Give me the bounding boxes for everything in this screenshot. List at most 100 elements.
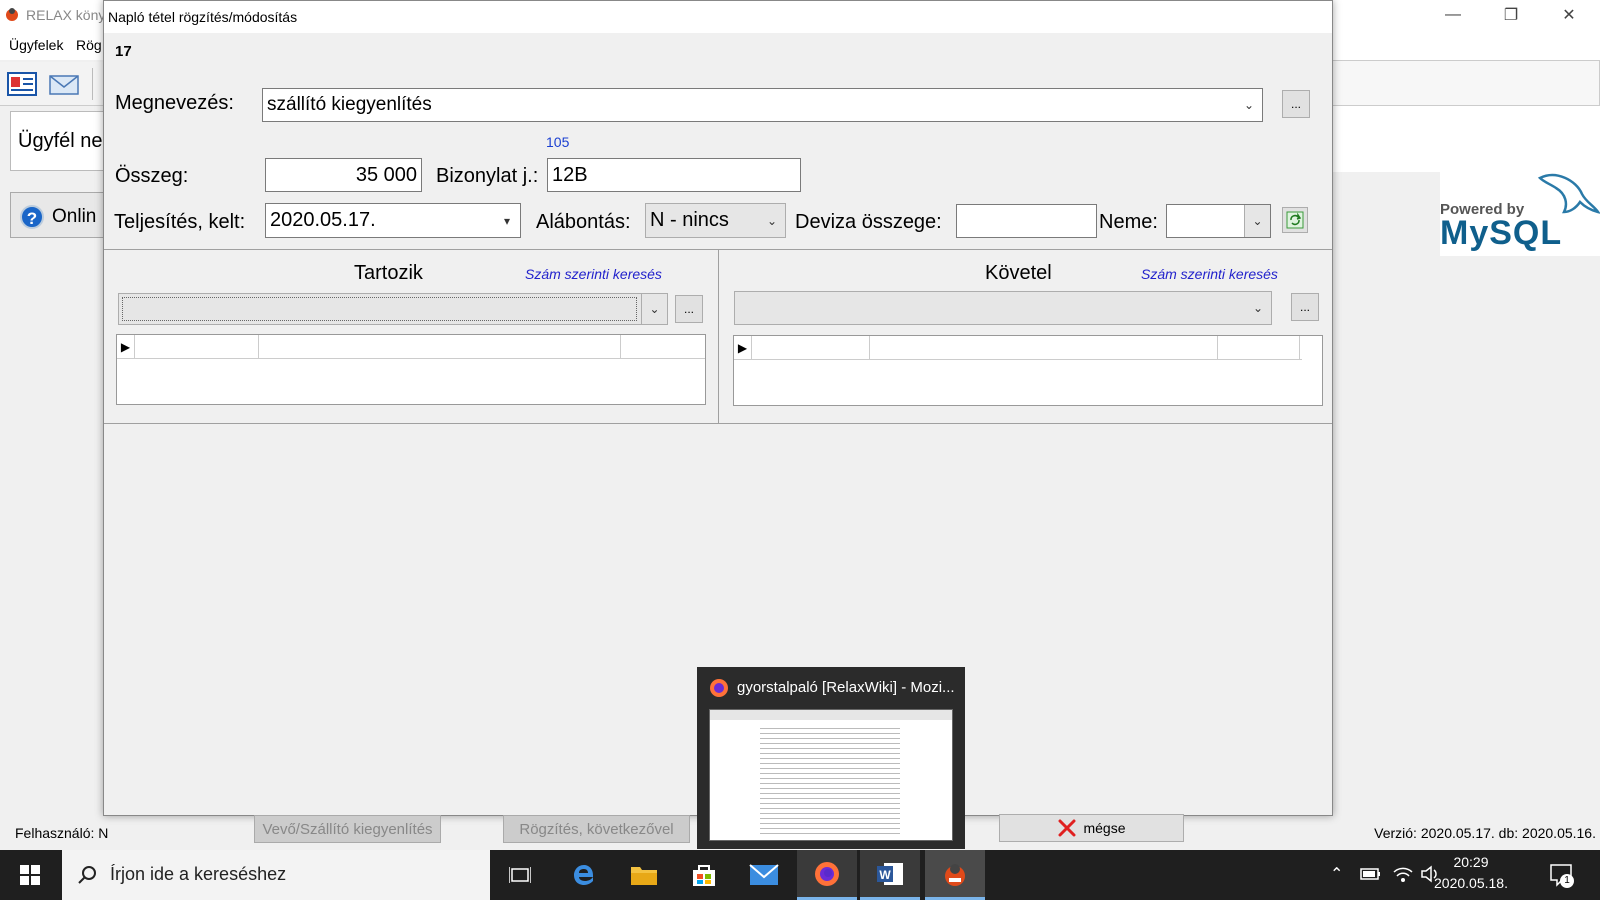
- relax-app-icon: [5, 6, 19, 22]
- search-placeholder: Írjon ide a kereséshez: [110, 864, 287, 884]
- edge-icon: [574, 865, 593, 885]
- credit-search-link[interactable]: Szám szerinti keresés: [1141, 266, 1278, 282]
- amount-label: Összeg:: [115, 165, 189, 187]
- store-app[interactable]: [674, 850, 734, 900]
- breakdown-select[interactable]: N - nincs ⌄: [645, 203, 786, 238]
- dialog-title: Napló tétel rögzítés/módosítás: [108, 9, 298, 25]
- name-combo[interactable]: szállító kiegyenlítés ⌄: [262, 88, 1263, 122]
- main-right-panel: [1332, 106, 1600, 172]
- breakdown-value: N - nincs: [650, 209, 729, 231]
- toolbar-separator: [92, 68, 93, 100]
- firefox-icon: [815, 861, 839, 886]
- relax-app[interactable]: [925, 850, 985, 900]
- battery-icon[interactable]: [1360, 866, 1382, 882]
- windows-taskbar: Írjon ide a kereséshez W ⌃ 20:29 2020.05…: [0, 850, 1600, 900]
- preview-title: gyorstalpaló [RelaxWiki] - Mozi...: [737, 679, 955, 696]
- refresh-rates-button[interactable]: [1282, 207, 1308, 233]
- grid-cell[interactable]: [621, 335, 705, 359]
- mail-icon[interactable]: [48, 69, 80, 99]
- contact-card-icon[interactable]: [6, 69, 38, 99]
- record-id: 17: [115, 43, 132, 60]
- debit-lookup-button[interactable]: ...: [675, 295, 703, 323]
- word-icon: W: [877, 862, 903, 885]
- chevron-down-icon: ⌄: [1243, 98, 1255, 112]
- clock-date[interactable]: 2020.05.18.: [1426, 875, 1516, 891]
- taskbar-search-box[interactable]: Írjon ide a kereséshez: [62, 850, 490, 900]
- row-pointer-icon: ▶: [117, 335, 135, 359]
- grid-cell[interactable]: [135, 335, 259, 359]
- online-help-label: Onlin: [52, 206, 97, 227]
- mail-app[interactable]: [734, 850, 794, 900]
- grid-cell[interactable]: [259, 335, 621, 359]
- grid-cell[interactable]: [752, 336, 870, 360]
- record-next-button[interactable]: Rögzítés, következővel: [503, 815, 690, 843]
- chevron-down-icon: ⌄: [1252, 301, 1264, 315]
- main-toolbar-right: [1332, 60, 1600, 106]
- date-label: Teljesítés, kelt:: [114, 211, 246, 233]
- name-label: Megnevezés:: [115, 92, 234, 114]
- windows-logo-icon: [20, 865, 40, 885]
- restore-icon[interactable]: ❐: [1482, 0, 1540, 30]
- credit-account-combo[interactable]: ⌄: [734, 291, 1272, 325]
- search-icon: [76, 864, 98, 886]
- wifi-icon[interactable]: [1392, 864, 1414, 884]
- status-version: Verzió: 2020.05.17. db: 2020.05.16.: [1374, 825, 1596, 841]
- help-icon: ?: [20, 205, 44, 229]
- name-lookup-button[interactable]: ...: [1282, 90, 1310, 118]
- amount-input[interactable]: 35 000: [265, 158, 422, 192]
- menu-ugyfelek[interactable]: Ügyfelek: [9, 37, 63, 53]
- close-icon[interactable]: ✕: [1540, 0, 1598, 30]
- task-view-icon: [509, 867, 531, 883]
- chevron-down-icon: ⌄: [766, 213, 778, 228]
- credit-grid[interactable]: ▶: [733, 335, 1323, 406]
- tray-chevron-up-icon[interactable]: ⌃: [1330, 864, 1350, 884]
- mail-app-icon: [749, 864, 779, 885]
- menu-rogzites[interactable]: Rög: [76, 37, 102, 53]
- word-app[interactable]: W: [860, 850, 920, 900]
- chevron-down-icon: ⌄: [1244, 205, 1270, 237]
- file-explorer-app[interactable]: [614, 850, 674, 900]
- firefox-app[interactable]: [797, 850, 857, 900]
- chevron-down-icon: ⌄: [641, 294, 667, 324]
- supplier-settle-button[interactable]: Vevő/Szállító kiegyenlítés: [254, 815, 441, 843]
- date-value: 2020.05.17.: [270, 209, 376, 231]
- section-divider-bottom: [104, 423, 1332, 424]
- name-value: szállító kiegyenlítés: [267, 94, 432, 115]
- section-divider-middle: [718, 249, 719, 423]
- task-view-button[interactable]: [490, 850, 550, 900]
- start-button[interactable]: [0, 850, 60, 900]
- edge-app[interactable]: [554, 850, 614, 900]
- row-pointer-icon: ▶: [734, 336, 752, 360]
- table-row[interactable]: ▶: [734, 336, 1302, 360]
- minimize-icon[interactable]: —: [1424, 0, 1482, 30]
- mysql-logo: Powered by MySQL: [1440, 172, 1600, 256]
- date-picker[interactable]: 2020.05.17. ▾: [265, 203, 521, 238]
- breakdown-label: Alábontás:: [536, 211, 631, 233]
- clock-time[interactable]: 20:29: [1426, 854, 1516, 870]
- notification-center-icon[interactable]: 1: [1548, 862, 1574, 888]
- credit-lookup-button[interactable]: ...: [1291, 293, 1319, 321]
- table-row[interactable]: ▶: [117, 335, 705, 359]
- cancel-button[interactable]: mégse: [999, 814, 1184, 842]
- debit-title: Tartozik: [354, 262, 423, 284]
- debit-account-combo[interactable]: ⌄: [118, 293, 668, 325]
- currency-amount-input[interactable]: [956, 204, 1097, 238]
- grid-cell[interactable]: [1218, 336, 1300, 360]
- svg-text:W: W: [879, 868, 891, 882]
- voucher-hint: 105: [546, 134, 570, 150]
- debit-grid[interactable]: ▶: [116, 334, 706, 405]
- folder-icon: [631, 867, 657, 885]
- firefox-icon: [709, 678, 729, 698]
- grid-cell[interactable]: [870, 336, 1218, 360]
- currency-type-label: Neme:: [1099, 211, 1158, 233]
- taskbar-window-preview[interactable]: gyorstalpaló [RelaxWiki] - Mozi...: [697, 667, 965, 849]
- currency-amount-label: Deviza összege:: [795, 211, 942, 233]
- status-user: Felhasználó: N: [15, 825, 109, 841]
- currency-type-select[interactable]: ⌄: [1166, 204, 1271, 238]
- preview-thumbnail: [709, 709, 953, 841]
- store-icon: [693, 865, 715, 886]
- debit-search-link[interactable]: Szám szerinti keresés: [525, 266, 662, 282]
- client-label: Ügyfél ne: [18, 130, 103, 152]
- voucher-label: Bizonylat j.:: [436, 165, 539, 187]
- voucher-input[interactable]: 12B: [547, 158, 801, 192]
